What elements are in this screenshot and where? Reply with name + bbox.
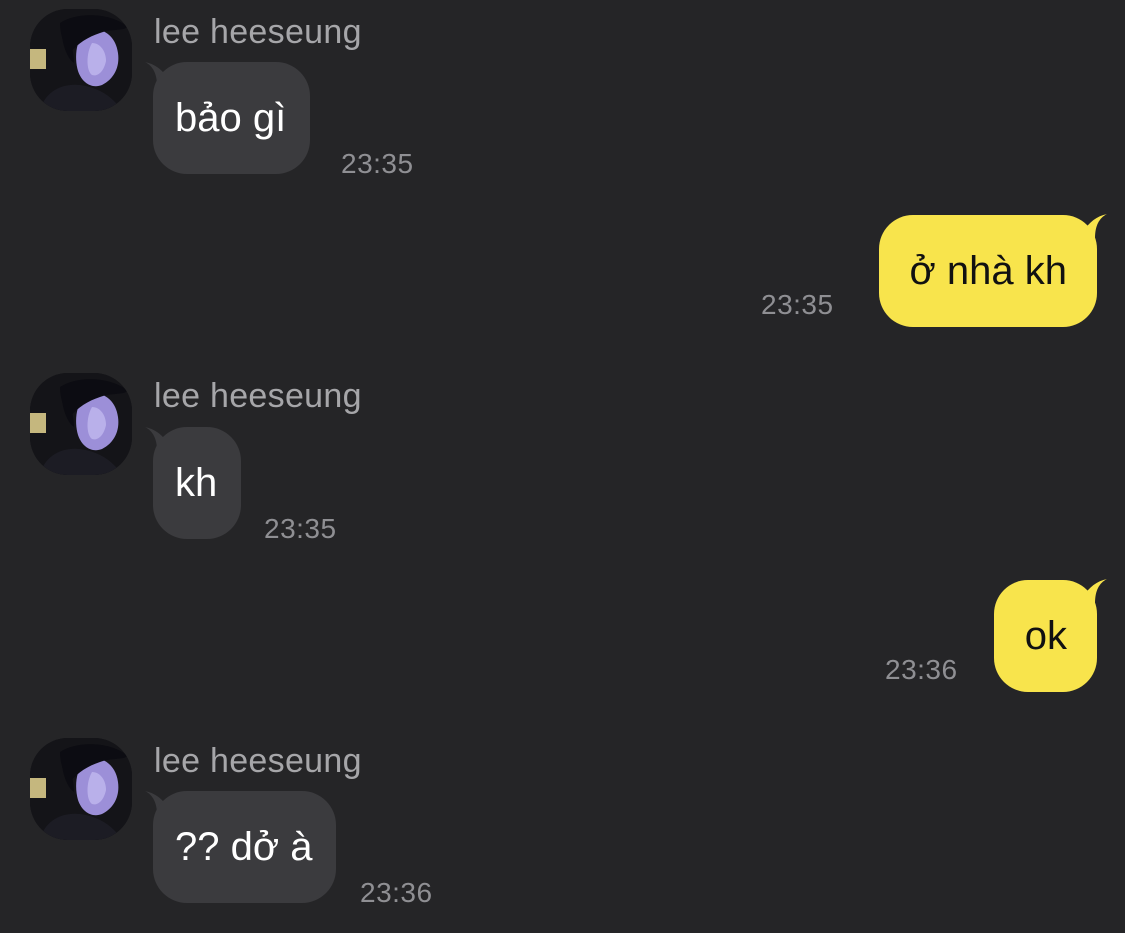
profile-photo-icon (30, 373, 132, 475)
sender-avatar[interactable] (30, 373, 132, 475)
message-bubble[interactable]: kh (153, 427, 242, 539)
sender-name: lee heeseung (154, 377, 362, 415)
message-bubble[interactable]: ?? dở à (153, 791, 337, 903)
message-bubble[interactable]: bảo gì (153, 62, 311, 174)
profile-photo-icon (30, 9, 132, 111)
message-bubble[interactable]: ở nhà kh (878, 215, 1097, 327)
chat-thread: lee heeseung bảo gì 23:35 ở nhà kh 23:35… (0, 0, 1125, 933)
message-timestamp: 23:35 (264, 513, 337, 544)
message-timestamp: 23:36 (360, 877, 433, 908)
message-timestamp: 23:35 (761, 289, 834, 320)
profile-photo-icon (30, 738, 132, 840)
message-timestamp: 23:35 (341, 148, 414, 179)
message-bubble[interactable]: ok (993, 580, 1097, 692)
sender-name: lee heeseung (154, 742, 362, 780)
sender-avatar[interactable] (30, 738, 132, 840)
message-timestamp: 23:36 (885, 654, 958, 685)
sender-name: lee heeseung (154, 13, 362, 51)
sender-avatar[interactable] (30, 9, 132, 111)
